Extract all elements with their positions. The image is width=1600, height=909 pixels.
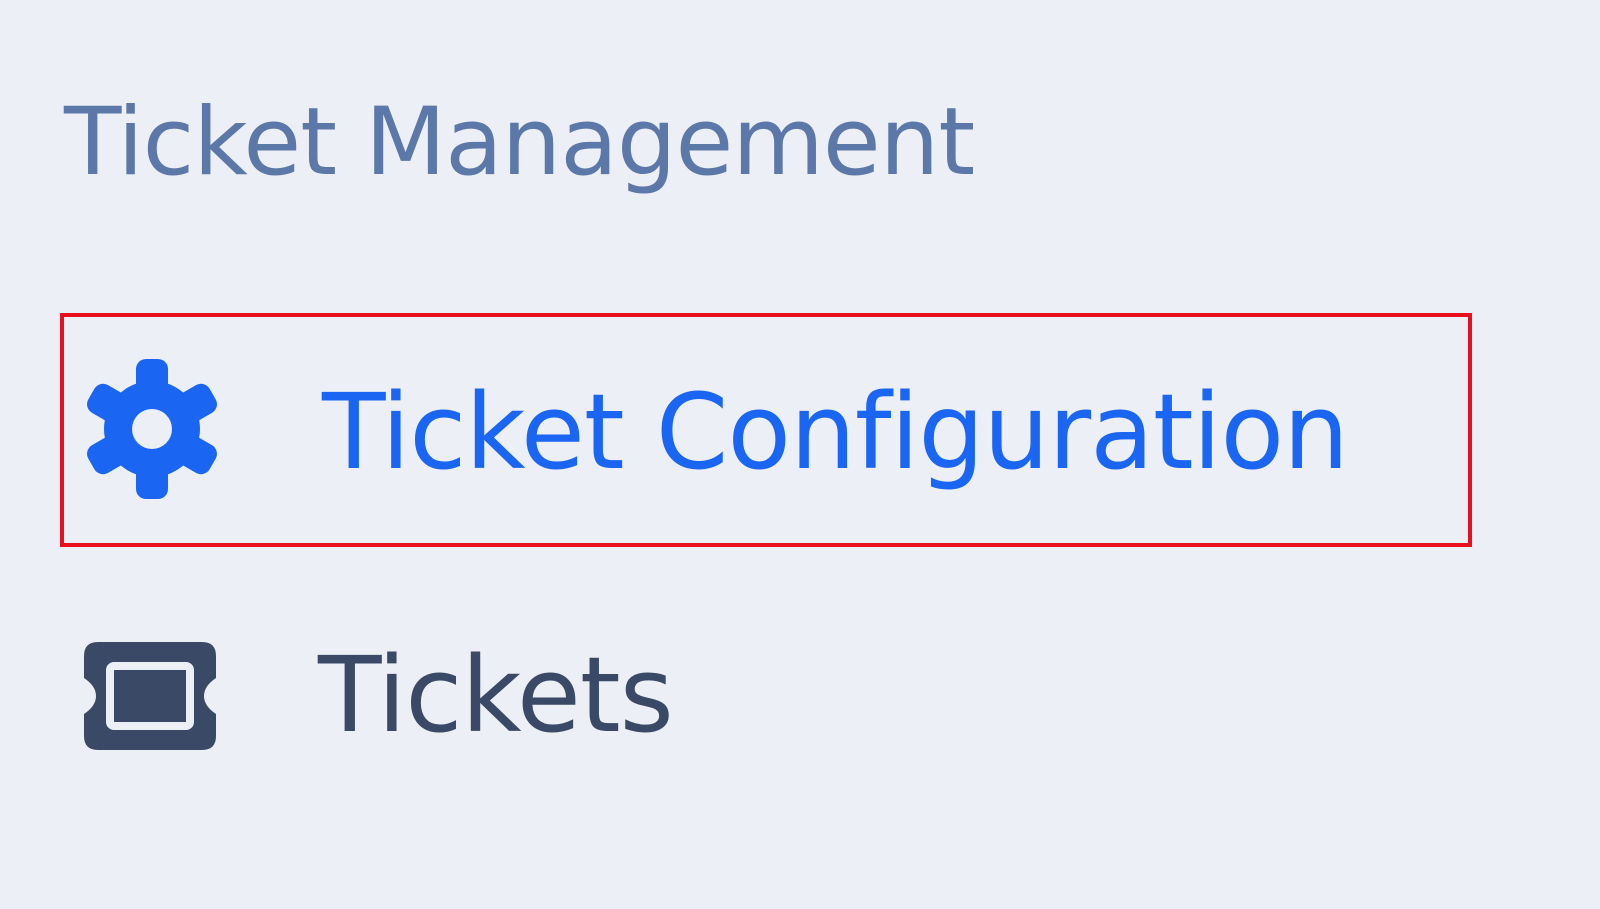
sidebar-item-label: Ticket Configuration [322,371,1349,493]
sidebar-item-ticket-configuration[interactable]: Ticket Configuration [60,313,1472,547]
sidebar-item-label: Tickets [318,634,674,756]
section-title: Ticket Management [64,88,975,197]
sidebar-section: Ticket Management Ticket Configuration T… [0,0,1600,909]
sidebar-item-tickets[interactable]: Tickets [60,580,1472,814]
ticket-icon [70,636,230,756]
gear-icon [82,359,222,499]
